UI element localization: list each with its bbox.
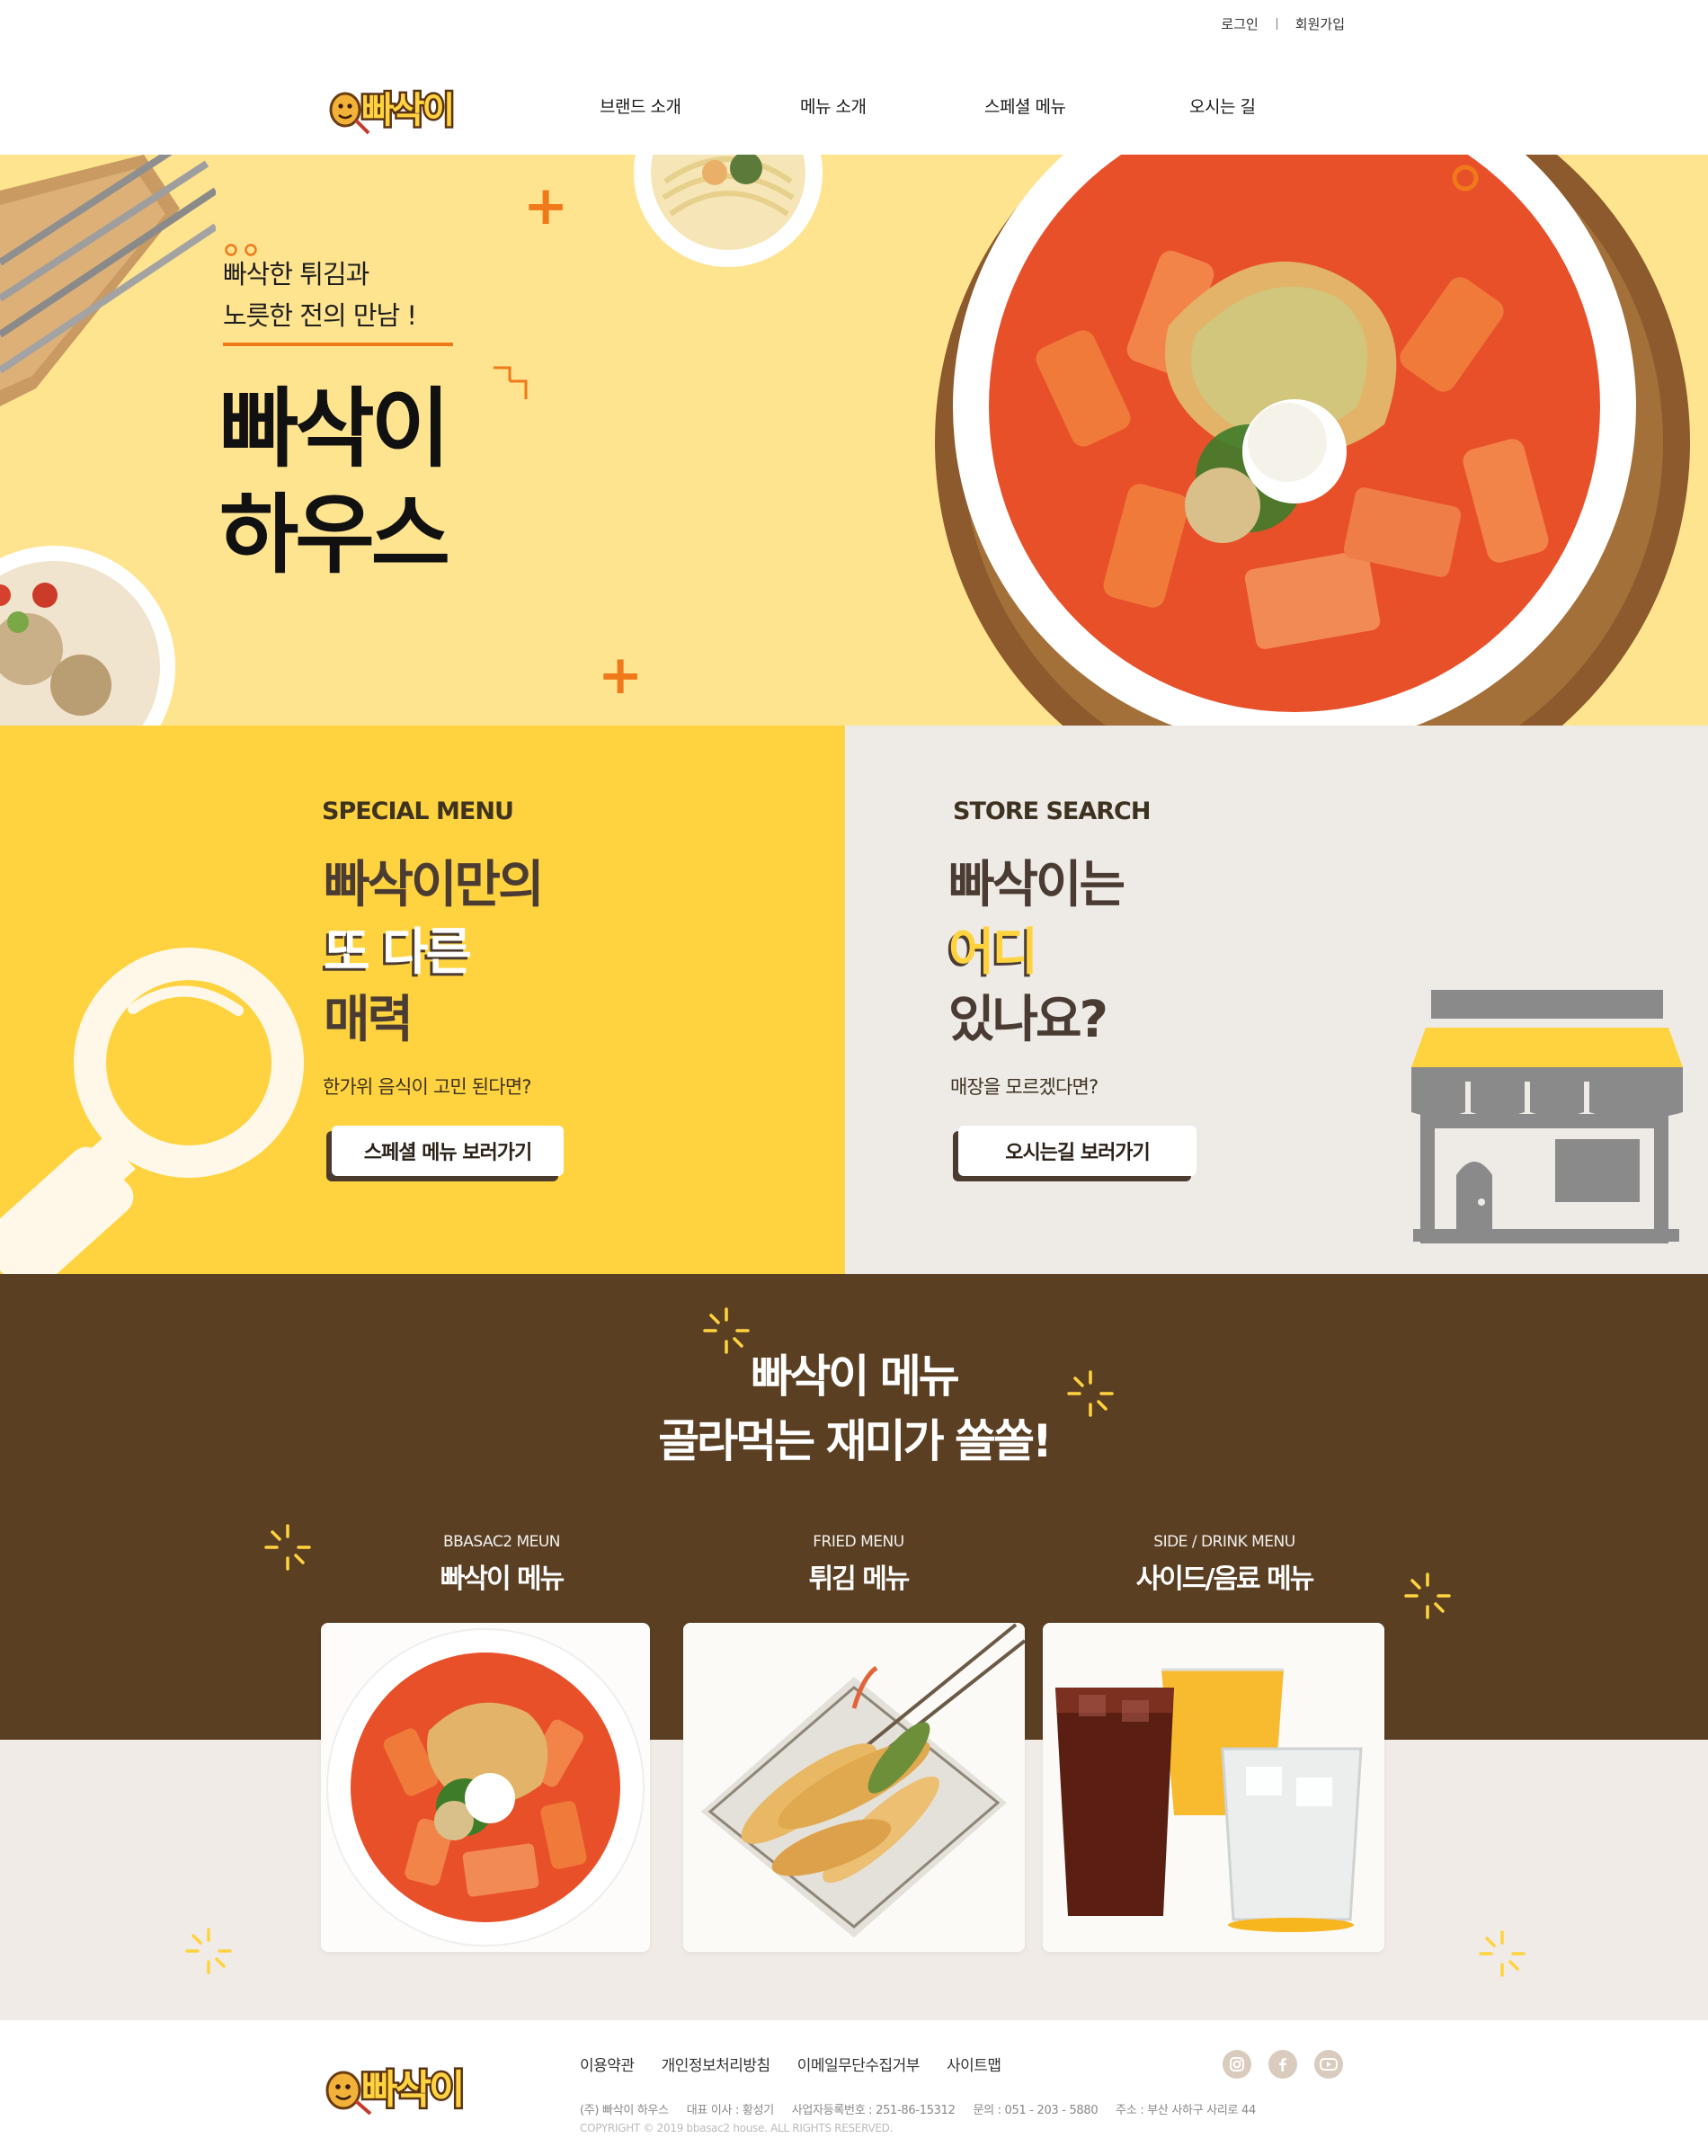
special-eyebrow: SPECIAL MENU	[322, 797, 514, 825]
privacy-link[interactable]: 개인정보처리방침	[662, 2053, 771, 2075]
svg-text:빠삭이: 빠삭이	[361, 2067, 462, 2113]
fried-food-image	[683, 1623, 1025, 1952]
site-header: 빠삭이 브랜드 소개 메뉴 소개 스페셜 메뉴 오시는 길	[0, 45, 1708, 155]
udon-bowl-image	[634, 155, 823, 267]
sparkle-icon	[1404, 1572, 1451, 1619]
store-eyebrow: STORE SEARCH	[953, 797, 1151, 825]
login-link[interactable]: 로그인	[1221, 14, 1258, 33]
heading-line: 매력	[324, 991, 414, 1049]
address-info: 주소 : 부산 사하구 사리로 44	[1116, 2104, 1256, 2117]
plus-decoration: +	[598, 644, 644, 707]
hero-title-line: 하우스	[219, 485, 450, 585]
category-bbasac2: BBASAC2 MEUN 빠삭이 메뉴	[331, 1533, 672, 1596]
ring-decoration	[1452, 165, 1479, 192]
facebook-glyph-icon	[1279, 2058, 1286, 2071]
drinks-image	[1043, 1623, 1384, 1952]
signup-link[interactable]: 회원가입	[1295, 14, 1345, 33]
terms-link[interactable]: 이용약관	[580, 2053, 635, 2075]
category-side-drink: SIDE / DRINK MENU 사이드/음료 메뉴	[1054, 1533, 1395, 1596]
heading-line: 빠삭이는	[948, 856, 1125, 914]
ceo-info: 대표 이사 : 황성기	[686, 2104, 775, 2117]
copyright: COPYRIGHT © 2019 bbasac2 house. ALL RIGH…	[580, 2122, 894, 2134]
hero-title-line: 빠삭이	[219, 379, 450, 479]
plus-decoration: +	[523, 174, 569, 237]
utility-bar: 로그인 회원가입	[1221, 13, 1345, 34]
sparkle-icon	[264, 1524, 311, 1571]
company-name: (주) 빠삭이 하우스	[580, 2104, 669, 2117]
business-number: 사업자등록번호 : 251-86-15312	[791, 2104, 956, 2117]
nav-brand-intro[interactable]: 브랜드 소개	[600, 94, 681, 118]
footer-links: 이용약관 개인정보처리방침 이메일무단수집거부 사이트맵	[580, 2053, 1001, 2075]
magnifier-icon	[0, 948, 304, 1274]
store-search-panel: STORE SEARCH 빠삭이는 어디 있나요? 매장을 모르겠다면? 오시는…	[845, 726, 1708, 1274]
instagram-icon[interactable]	[1223, 2050, 1251, 2079]
category-en-label: SIDE / DRINK MENU	[1153, 1533, 1295, 1551]
hero-subtitle-line: 빠삭한 튀김과	[223, 259, 369, 290]
menu-card-bbasac2[interactable]	[321, 1623, 650, 1952]
youtube-glyph-icon	[1320, 2058, 1338, 2071]
special-menu-panel: SPECIAL MENU 빠삭이만의 또 다른 매력 한가위 음식이 고민 된다…	[0, 726, 845, 1274]
hero-subtitle-line: 노릇한 전의 만남 !	[223, 300, 417, 331]
special-heading: 빠삭이만의 또 다른 매력	[324, 851, 545, 1054]
category-ko-label: 튀김 메뉴	[808, 1564, 911, 1595]
nav-menu-intro[interactable]: 메뉴 소개	[800, 94, 867, 118]
nav-directions[interactable]: 오시는 길	[1189, 94, 1256, 118]
footer-company-info: (주) 빠삭이 하우스 대표 이사 : 황성기 사업자등록번호 : 251-86…	[580, 2100, 1270, 2117]
main-nav: 브랜드 소개 메뉴 소개 스페셜 메뉴 오시는 길	[0, 94, 1708, 120]
heading-line: 빠삭이만의	[324, 856, 545, 914]
menu-card-side-drink[interactable]	[1043, 1623, 1384, 1952]
nav-special-menu[interactable]: 스페셜 메뉴	[984, 94, 1066, 118]
hero-underline	[223, 343, 453, 346]
sparkle-icon	[185, 1928, 232, 1974]
instagram-glyph-icon	[1230, 2057, 1244, 2071]
phone-info: 문의 : 051 - 203 - 5880	[973, 2104, 1099, 2117]
category-ko-label: 빠삭이 메뉴	[440, 1564, 565, 1595]
tteokbokki-image	[326, 1628, 645, 1947]
directions-button[interactable]: 오시는길 보러가기	[958, 1126, 1196, 1176]
hero-banner: + + 빠삭한 튀김과 노릇한 전의 만남 ! 빠삭이 하우스	[0, 155, 1708, 726]
category-en-label: FRIED MENU	[813, 1533, 904, 1551]
menu-section-title: 빠삭이 메뉴 골라먹는 재미가 쏠쏠!	[0, 1344, 1708, 1474]
salad-bowl-image	[0, 546, 175, 726]
facebook-icon[interactable]	[1268, 2050, 1297, 2079]
category-fried: FRIED MENU 튀김 메뉴	[688, 1533, 1029, 1596]
special-description: 한가위 음식이 고민 된다면?	[323, 1076, 532, 1098]
hero-title: 빠삭이 하우스	[219, 376, 450, 588]
youtube-icon[interactable]	[1314, 2050, 1343, 2079]
heading-line: 어디	[948, 923, 1038, 982]
sitemap-link[interactable]: 사이트맵	[947, 2053, 1001, 2075]
tteokbokki-plate-image	[935, 155, 1690, 726]
heading-line: 있나요?	[948, 991, 1108, 1049]
special-menu-button[interactable]: 스페셜 메뉴 보러가기	[332, 1126, 564, 1176]
email-policy-link[interactable]: 이메일무단수집거부	[797, 2053, 921, 2075]
store-heading: 빠삭이는 어디 있나요?	[948, 851, 1125, 1054]
menu-title-line: 골라먹는 재미가 쏠쏠!	[658, 1415, 1053, 1467]
site-footer: 빠삭이 이용약관 개인정보처리방침 이메일무단수집거부 사이트맵 (주) 빠삭이…	[0, 2020, 1708, 2156]
menu-card-fried[interactable]	[683, 1623, 1025, 1952]
sparkle-icon	[1479, 1930, 1526, 1977]
footer-logo-mascot-icon: 빠삭이	[325, 2065, 467, 2116]
heading-line: 또 다른	[324, 923, 472, 982]
footer-logo[interactable]: 빠삭이	[322, 2056, 502, 2123]
store-description: 매장을 모르겠다면?	[950, 1076, 1099, 1098]
hero-subtitle: 빠삭한 튀김과 노릇한 전의 만남 !	[223, 254, 417, 336]
category-en-label: BBASAC2 MEUN	[442, 1533, 561, 1551]
category-ko-label: 사이드/음료 메뉴	[1135, 1564, 1315, 1595]
storefront-icon	[1411, 990, 1683, 1243]
chopsticks-image	[0, 155, 216, 406]
menu-title-line: 빠삭이 메뉴	[751, 1350, 959, 1403]
corner-decoration	[494, 366, 528, 399]
